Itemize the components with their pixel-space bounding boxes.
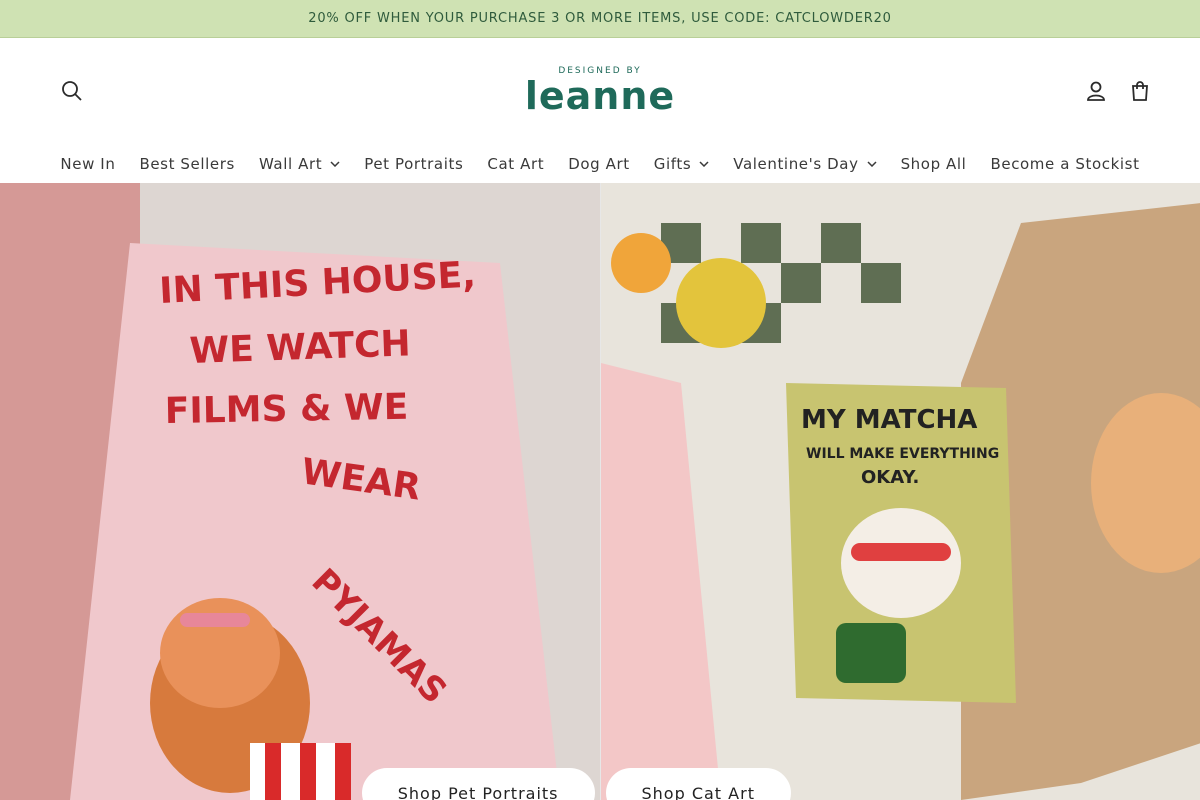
shop-pet-portraits-button[interactable]: Shop Pet Portraits: [361, 768, 595, 800]
card-text-line: MY MATCHA: [801, 405, 977, 435]
site-logo[interactable]: DESIGNED BY leanne: [525, 60, 674, 130]
poster-text-line: FILMS & WE: [164, 387, 408, 432]
nav-item-wall-art[interactable]: Wall Art: [247, 155, 352, 173]
search-button[interactable]: [55, 76, 89, 110]
poster-text-line: WE WATCH: [189, 323, 411, 372]
nav-item-dog-art[interactable]: Dog Art: [556, 155, 642, 173]
search-icon: [61, 80, 83, 106]
shop-cat-art-button[interactable]: Shop Cat Art: [605, 768, 791, 800]
site-header: DESIGNED BY leanne: [0, 38, 1200, 144]
chevron-down-icon: [699, 161, 709, 167]
nav-item-label: Cat Art: [487, 155, 545, 173]
account-icon: [1085, 80, 1107, 106]
hero-panel-pet-portraits: IN THIS HOUSE, WE WATCH FILMS & WE WEAR PYJA…: [0, 183, 601, 800]
hero-banner: IN THIS HOUSE, WE WATCH FILMS & WE WEAR PYJA…: [0, 183, 1200, 800]
nav-item-label: Dog Art: [568, 155, 630, 173]
chevron-down-icon: [867, 161, 877, 167]
card-text-line: OKAY.: [861, 467, 919, 488]
nav-item-gifts[interactable]: Gifts: [642, 155, 722, 173]
nav-item-label: Pet Portraits: [364, 155, 464, 173]
poster-illustration: IN THIS HOUSE,WE WATCHFILMS & WEWEARPYJA…: [0, 183, 600, 800]
cart-icon: [1129, 80, 1151, 106]
nav-item-label: Gifts: [653, 155, 692, 173]
announcement-text: 20% OFF WHEN YOUR PURCHASE 3 OR MORE ITE…: [308, 11, 892, 26]
nav-item-label: Valentine's Day: [733, 155, 859, 173]
chevron-down-icon: [330, 161, 340, 167]
nav-item-cat-art[interactable]: Cat Art: [475, 155, 556, 173]
nav-item-label: Best Sellers: [139, 155, 235, 173]
nav-item-shop-all[interactable]: Shop All: [889, 155, 979, 173]
announcement-bar: 20% OFF WHEN YOUR PURCHASE 3 OR MORE ITE…: [0, 0, 1200, 38]
cart-button[interactable]: [1123, 76, 1157, 110]
nav-item-pet-portraits[interactable]: Pet Portraits: [352, 155, 475, 173]
nav-item-new-in[interactable]: New In: [48, 155, 127, 173]
nav-item-valentine-s-day[interactable]: Valentine's Day: [721, 155, 888, 173]
logo-wordmark: leanne: [524, 74, 676, 118]
nav-item-become-a-stockist[interactable]: Become a Stockist: [978, 155, 1151, 173]
nav-item-label: Wall Art: [258, 155, 323, 173]
card-text-line: WILL MAKE EVERYTHING: [806, 446, 999, 462]
matcha-card-illustration: MY MATCHA WILL MAKE EVERYTHING OKAY.: [600, 183, 1200, 800]
nav-item-label: Shop All: [900, 155, 967, 173]
nav-item-best-sellers[interactable]: Best Sellers: [127, 155, 246, 173]
account-button[interactable]: [1079, 76, 1113, 110]
hero-panel-cat-art: MY MATCHA WILL MAKE EVERYTHING OKAY. Shop …: [600, 183, 1200, 800]
nav-item-label: Become a Stockist: [990, 155, 1140, 173]
main-nav: New In Best Sellers Wall Art Pet Portraits C…: [0, 144, 1200, 184]
nav-item-label: New In: [60, 155, 116, 173]
